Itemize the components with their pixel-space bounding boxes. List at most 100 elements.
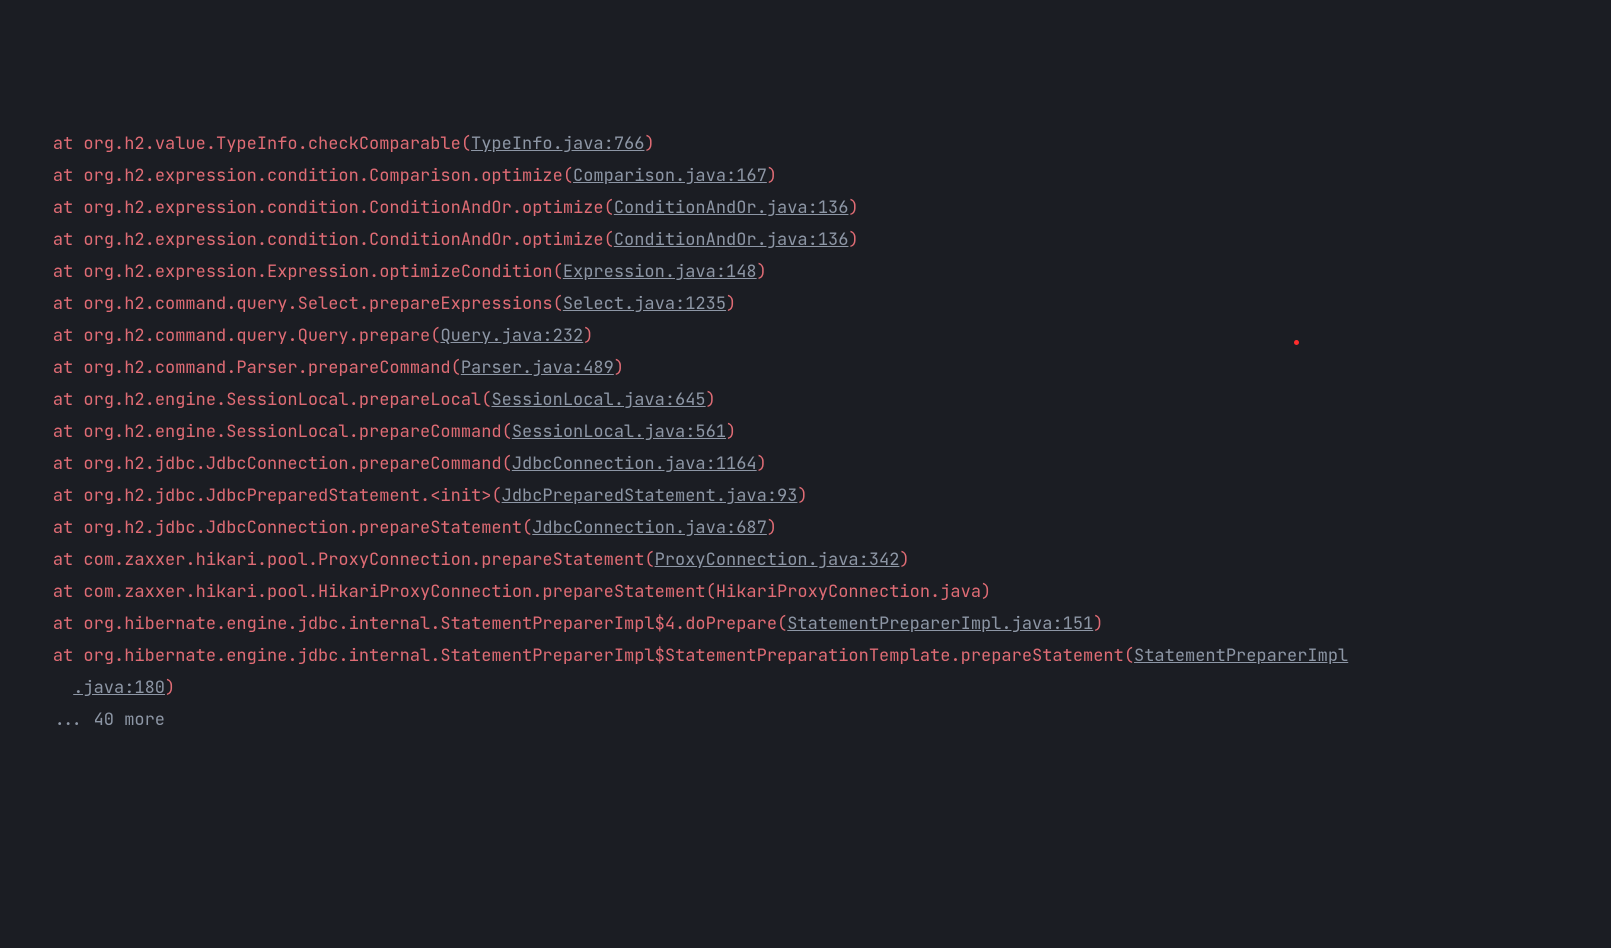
stack-frame: at org.h2.engine.SessionLocal.prepareLoc…	[12, 384, 1611, 416]
frame-indent	[12, 357, 53, 379]
paren-close: )	[165, 677, 175, 699]
source-link[interactable]: Parser.java:489	[461, 357, 614, 379]
frame-indent	[12, 165, 53, 187]
paren-open: (	[502, 453, 512, 475]
source-link[interactable]: ProxyConnection.java:342	[655, 549, 900, 571]
stack-frame: at org.h2.engine.SessionLocal.prepareCom…	[12, 416, 1611, 448]
paren-close: )	[706, 389, 716, 411]
at-keyword: at	[53, 581, 84, 603]
at-keyword: at	[53, 357, 84, 379]
paren-open: (	[451, 357, 461, 379]
paren-open: (	[706, 581, 716, 603]
paren-close: )	[583, 325, 593, 347]
source-text: HikariProxyConnection.java	[716, 581, 981, 603]
frame-indent	[12, 677, 73, 699]
paren-close: )	[726, 421, 736, 443]
qualified-method: com.zaxxer.hikari.pool.HikariProxyConnec…	[83, 581, 705, 603]
paren-close: )	[726, 293, 736, 315]
frame-indent	[12, 549, 53, 571]
paren-close: )	[848, 229, 858, 251]
at-keyword: at	[53, 389, 84, 411]
paren-open: (	[553, 293, 563, 315]
source-link[interactable]: TypeInfo.java:766	[471, 133, 644, 155]
paren-open: (	[1124, 645, 1134, 667]
frame-indent	[12, 325, 53, 347]
source-link-continuation[interactable]: .java:180	[73, 677, 165, 699]
paren-open: (	[491, 485, 501, 507]
stack-frame: at com.zaxxer.hikari.pool.ProxyConnectio…	[12, 544, 1611, 576]
paren-open: (	[502, 421, 512, 443]
qualified-method: org.h2.command.Parser.prepareCommand	[83, 357, 450, 379]
frame-indent	[12, 613, 53, 635]
at-keyword: at	[53, 421, 84, 443]
stack-frame: at org.h2.command.query.Select.prepareEx…	[12, 288, 1611, 320]
frame-indent	[12, 709, 53, 731]
source-link[interactable]: SessionLocal.java:561	[512, 421, 726, 443]
paren-close: )	[899, 549, 909, 571]
qualified-method: org.h2.expression.condition.ConditionAnd…	[83, 229, 603, 251]
frame-indent	[12, 229, 53, 251]
source-link[interactable]: ConditionAndOr.java:136	[614, 197, 849, 219]
source-link[interactable]: JdbcConnection.java:687	[532, 517, 767, 539]
qualified-method: org.h2.jdbc.JdbcConnection.prepareStatem…	[83, 517, 522, 539]
frame-indent	[12, 485, 53, 507]
at-keyword: at	[53, 261, 84, 283]
source-link[interactable]: Expression.java:148	[563, 261, 757, 283]
frame-indent	[12, 133, 53, 155]
paren-open: (	[563, 165, 573, 187]
frame-indent	[12, 421, 53, 443]
stack-frame: at org.h2.expression.condition.Condition…	[12, 192, 1611, 224]
qualified-method: org.hibernate.engine.jdbc.internal.State…	[83, 613, 777, 635]
stack-frame: at org.h2.expression.condition.Compariso…	[12, 160, 1611, 192]
stack-frame: at org.h2.expression.condition.Condition…	[12, 224, 1611, 256]
source-link[interactable]: SessionLocal.java:645	[491, 389, 705, 411]
more-text: ... 40 more	[53, 709, 165, 731]
source-link[interactable]: ConditionAndOr.java:136	[614, 229, 849, 251]
paren-open: (	[644, 549, 654, 571]
frame-indent	[12, 453, 53, 475]
paren-close: )	[981, 581, 991, 603]
source-link[interactable]: StatementPreparerImpl.java:151	[787, 613, 1093, 635]
frame-indent	[12, 293, 53, 315]
qualified-method: org.h2.command.query.Query.prepare	[83, 325, 430, 347]
at-keyword: at	[53, 613, 84, 635]
stack-frame: at org.hibernate.engine.jdbc.internal.St…	[12, 608, 1611, 640]
source-link[interactable]: StatementPreparerImpl	[1134, 645, 1348, 667]
source-link[interactable]: JdbcPreparedStatement.java:93	[502, 485, 798, 507]
paren-open: (	[777, 613, 787, 635]
qualified-method: org.h2.value.TypeInfo.checkComparable	[83, 133, 460, 155]
frame-indent	[12, 517, 53, 539]
stack-frame: at org.h2.value.TypeInfo.checkComparable…	[12, 128, 1611, 160]
paren-close: )	[614, 357, 624, 379]
source-link[interactable]: Comparison.java:167	[573, 165, 767, 187]
source-link[interactable]: Query.java:232	[440, 325, 583, 347]
stack-frame: at org.h2.command.Parser.prepareCommand(…	[12, 352, 1611, 384]
qualified-method: org.h2.jdbc.JdbcPreparedStatement.<init>	[83, 485, 491, 507]
qualified-method: com.zaxxer.hikari.pool.ProxyConnection.p…	[83, 549, 644, 571]
source-link[interactable]: JdbcConnection.java:1164	[512, 453, 757, 475]
qualified-method: org.h2.expression.Expression.optimizeCon…	[83, 261, 552, 283]
stack-frame: at com.zaxxer.hikari.pool.HikariProxyCon…	[12, 576, 1611, 608]
qualified-method: org.h2.engine.SessionLocal.prepareLocal	[83, 389, 481, 411]
qualified-method: org.h2.command.query.Select.prepareExpre…	[83, 293, 552, 315]
at-keyword: at	[53, 549, 84, 571]
paren-open: (	[481, 389, 491, 411]
stack-frame: at org.h2.jdbc.JdbcPreparedStatement.<in…	[12, 480, 1611, 512]
at-keyword: at	[53, 197, 84, 219]
frame-indent	[12, 197, 53, 219]
frame-indent	[12, 645, 53, 667]
paren-open: (	[604, 197, 614, 219]
frame-indent	[12, 261, 53, 283]
paren-close: )	[757, 453, 767, 475]
stack-frame: at org.h2.jdbc.JdbcConnection.prepareSta…	[12, 512, 1611, 544]
qualified-method: org.h2.engine.SessionLocal.prepareComman…	[83, 421, 501, 443]
at-keyword: at	[53, 517, 84, 539]
breakpoint-indicator[interactable]	[1294, 340, 1299, 345]
at-keyword: at	[53, 293, 84, 315]
stack-frame: at org.h2.command.query.Query.prepare(Qu…	[12, 320, 1611, 352]
paren-open: (	[553, 261, 563, 283]
at-keyword: at	[53, 485, 84, 507]
paren-close: )	[767, 165, 777, 187]
source-link[interactable]: Select.java:1235	[563, 293, 726, 315]
at-keyword: at	[53, 165, 84, 187]
